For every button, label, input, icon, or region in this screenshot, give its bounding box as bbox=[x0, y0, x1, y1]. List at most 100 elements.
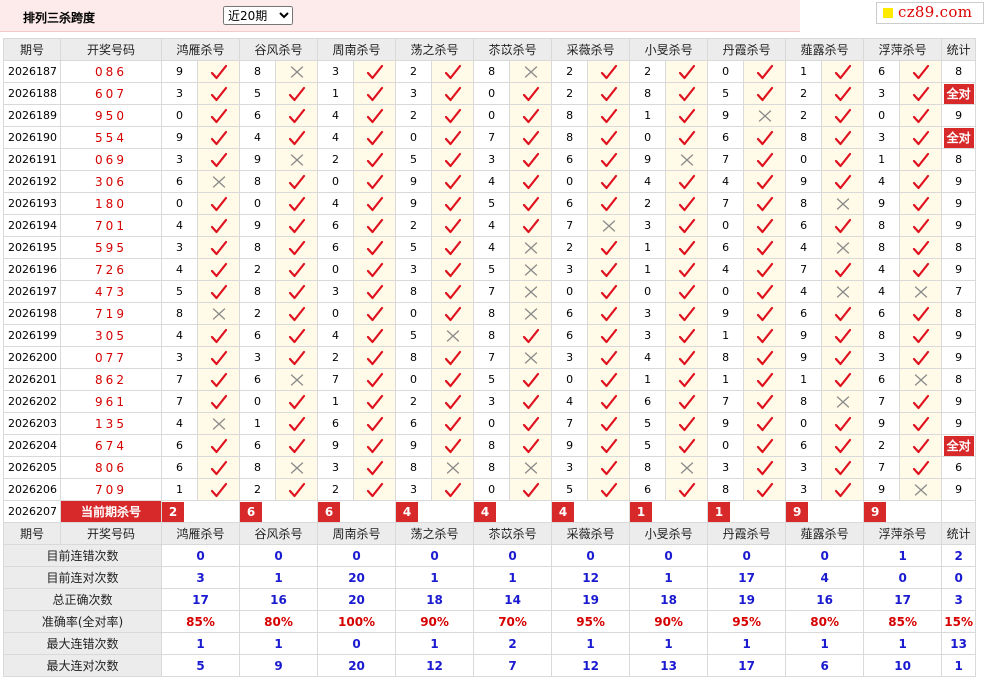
stats-value: 1 bbox=[629, 632, 709, 655]
stats-total: 1 bbox=[941, 654, 977, 677]
stats-label: 准确率(全对率) bbox=[3, 610, 162, 633]
stats-value: 18 bbox=[395, 588, 475, 611]
result-mark bbox=[899, 126, 943, 149]
current-kill-number: 1 bbox=[708, 501, 731, 522]
check-icon bbox=[756, 350, 773, 365]
check-icon bbox=[288, 482, 305, 497]
check-icon bbox=[678, 86, 695, 101]
kill-number: 3 bbox=[473, 148, 511, 171]
result-mark bbox=[821, 214, 865, 237]
table-header-row: 期号 开奖号码 鸿雁杀号 谷风杀号 周南杀号 荡之杀号 苶苡杀号 采薇杀号 小旻杀号 丹霞杀号 薤露… bbox=[3, 522, 977, 545]
result-mark bbox=[821, 60, 865, 83]
period-select[interactable]: 近20期 bbox=[223, 6, 293, 25]
result-mark bbox=[587, 368, 631, 391]
result-mark bbox=[587, 104, 631, 127]
draw-number: 950 bbox=[60, 104, 162, 127]
check-icon bbox=[600, 174, 617, 189]
kill-number: 7 bbox=[863, 390, 901, 413]
table-row: 2026191 069 3 9 2 5 3 6 9 7 0 1 8 bbox=[3, 148, 977, 171]
kill-number: 9 bbox=[863, 192, 901, 215]
check-icon bbox=[678, 438, 695, 453]
result-mark bbox=[275, 280, 319, 303]
kill-number: 4 bbox=[473, 236, 511, 259]
kill-number: 0 bbox=[395, 368, 433, 391]
result-mark bbox=[509, 368, 553, 391]
result-mark bbox=[275, 60, 319, 83]
stats-label: 最大连错次数 bbox=[3, 632, 162, 655]
result-mark bbox=[821, 148, 865, 171]
current-kill-number: 9 bbox=[864, 501, 887, 522]
kill-number: 0 bbox=[239, 390, 277, 413]
check-icon bbox=[912, 306, 929, 321]
kill-number: 9 bbox=[161, 60, 198, 83]
cross-icon bbox=[212, 175, 225, 188]
result-mark bbox=[743, 280, 787, 303]
kill-number: 4 bbox=[707, 170, 745, 193]
result-mark bbox=[821, 456, 865, 479]
check-icon bbox=[444, 306, 461, 321]
stat-cell: 9 bbox=[941, 478, 977, 501]
kill-number: 9 bbox=[707, 104, 745, 127]
result-mark bbox=[196, 148, 241, 171]
kill-number: 8 bbox=[551, 104, 589, 127]
draw-number: 719 bbox=[60, 302, 162, 325]
result-mark bbox=[743, 302, 787, 325]
result-mark bbox=[665, 478, 709, 501]
check-icon bbox=[600, 152, 617, 167]
kill-number: 0 bbox=[551, 280, 589, 303]
kill-number: 6 bbox=[707, 126, 745, 149]
stats-value: 17 bbox=[863, 588, 943, 611]
check-icon bbox=[756, 284, 773, 299]
result-mark bbox=[587, 60, 631, 83]
kill-number: 9 bbox=[239, 214, 277, 237]
cross-icon bbox=[914, 285, 927, 298]
check-icon bbox=[522, 196, 539, 211]
check-icon bbox=[678, 284, 695, 299]
site-logo[interactable]: cz89.com bbox=[876, 2, 984, 24]
result-mark bbox=[821, 412, 865, 435]
result-mark bbox=[743, 104, 787, 127]
result-mark bbox=[196, 236, 241, 259]
result-mark bbox=[353, 104, 397, 127]
check-icon bbox=[678, 108, 695, 123]
check-icon bbox=[756, 152, 773, 167]
check-icon bbox=[444, 218, 461, 233]
stat-cell: 8 bbox=[941, 236, 977, 259]
result-mark bbox=[196, 368, 241, 391]
kill-number: 1 bbox=[707, 368, 745, 391]
stat-cell: 全对 bbox=[941, 434, 977, 457]
check-icon bbox=[288, 350, 305, 365]
check-icon bbox=[522, 328, 539, 343]
result-mark bbox=[899, 60, 943, 83]
result-mark bbox=[821, 192, 865, 215]
stats-row: 目前连错次数 0 0 0 0 0 0 0 0 0 1 2 bbox=[3, 544, 977, 567]
kill-number: 5 bbox=[161, 280, 198, 303]
draw-number: 806 bbox=[60, 456, 162, 479]
result-mark bbox=[821, 126, 865, 149]
result-mark bbox=[821, 324, 865, 347]
current-kill-number: 4 bbox=[552, 501, 575, 522]
result-mark bbox=[431, 258, 475, 281]
kill-number: 6 bbox=[161, 170, 198, 193]
stats-value: 12 bbox=[551, 654, 631, 677]
check-icon bbox=[444, 284, 461, 299]
header-expert: 荡之杀号 bbox=[395, 38, 475, 61]
kill-number: 6 bbox=[395, 412, 433, 435]
check-icon bbox=[210, 86, 227, 101]
stats-value: 12 bbox=[551, 566, 631, 589]
kill-number: 4 bbox=[785, 280, 823, 303]
result-mark bbox=[587, 214, 631, 237]
kill-number: 9 bbox=[395, 434, 433, 457]
check-icon bbox=[522, 130, 539, 145]
check-icon bbox=[210, 218, 227, 233]
logo-text: cz89.com bbox=[898, 3, 973, 21]
result-mark bbox=[353, 192, 397, 215]
result-mark bbox=[587, 192, 631, 215]
kill-number: 6 bbox=[317, 236, 355, 259]
result-mark bbox=[509, 126, 553, 149]
header-expert: 浮萍杀号 bbox=[863, 522, 943, 545]
kill-number: 9 bbox=[785, 170, 823, 193]
kill-number: 2 bbox=[551, 82, 589, 105]
header-expert: 苶苡杀号 bbox=[473, 522, 553, 545]
check-icon bbox=[600, 262, 617, 277]
